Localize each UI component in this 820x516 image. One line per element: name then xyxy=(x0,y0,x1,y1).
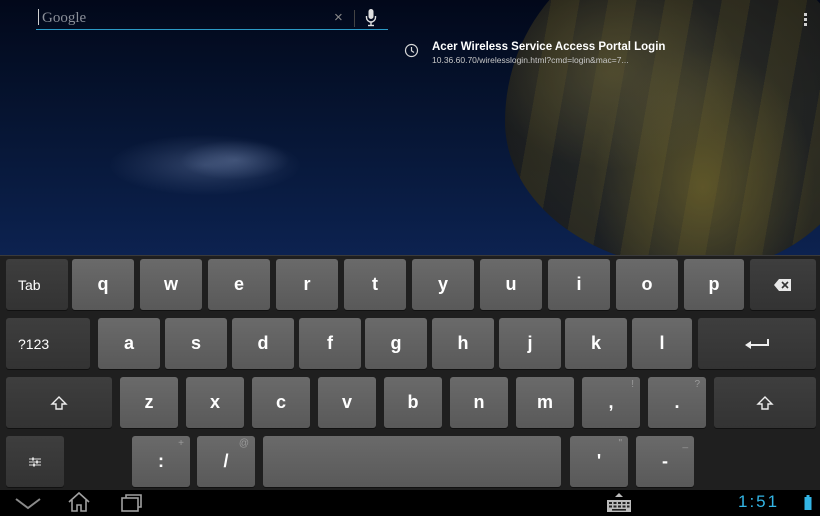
back-down-chevron-icon[interactable] xyxy=(12,493,44,513)
battery-icon[interactable] xyxy=(804,495,812,510)
colon-label: : xyxy=(158,451,164,471)
wallpaper-cloud xyxy=(180,140,290,180)
key-m[interactable]: m xyxy=(516,377,574,428)
key-u[interactable]: u xyxy=(480,259,542,310)
comma-label: , xyxy=(608,392,614,412)
keyboard-switch-icon[interactable] xyxy=(604,492,634,514)
divider xyxy=(354,10,355,27)
home-icon[interactable] xyxy=(66,491,92,513)
shift-icon xyxy=(50,395,68,410)
suggestion-url: 10.36.60.70/wirelesslogin.html?cmd=login… xyxy=(432,55,629,65)
shift-key-right[interactable] xyxy=(714,377,816,428)
key-slash[interactable]: / @ xyxy=(197,436,255,487)
colon-hint: + xyxy=(178,438,184,449)
key-n[interactable]: n xyxy=(450,377,508,428)
recent-apps-icon[interactable] xyxy=(120,493,144,513)
overflow-menu-icon[interactable] xyxy=(798,13,812,33)
key-e[interactable]: e xyxy=(208,259,270,310)
key-g[interactable]: g xyxy=(365,318,427,369)
key-q[interactable]: q xyxy=(72,259,134,310)
key-o[interactable]: o xyxy=(616,259,678,310)
key-t[interactable]: t xyxy=(344,259,406,310)
key-l[interactable]: l xyxy=(632,318,692,369)
keyboard-settings-icon xyxy=(29,457,41,466)
symbols-key[interactable]: ?123 xyxy=(6,318,90,369)
wallpaper-hot-air-balloon xyxy=(505,0,820,255)
key-d[interactable]: d xyxy=(232,318,294,369)
search-bar[interactable]: × xyxy=(36,6,388,30)
apostrophe-hint: " xyxy=(618,438,622,449)
key-period[interactable]: . ? xyxy=(648,377,706,428)
slash-hint: @ xyxy=(238,438,249,449)
key-h[interactable]: h xyxy=(432,318,494,369)
shift-key-left[interactable] xyxy=(6,377,112,428)
backspace-icon xyxy=(774,278,791,291)
period-hint: ? xyxy=(694,379,700,390)
slash-label: / xyxy=(223,451,229,471)
enter-arrow-icon xyxy=(745,338,769,349)
key-w[interactable]: w xyxy=(140,259,202,310)
suggestion-title: Acer Wireless Service Access Portal Logi… xyxy=(432,41,666,53)
key-k[interactable]: k xyxy=(565,318,627,369)
apostrophe-label: ' xyxy=(596,451,602,471)
comma-hint: ! xyxy=(631,379,634,390)
key-dash[interactable]: - _ xyxy=(636,436,694,487)
enter-key[interactable] xyxy=(698,318,816,369)
soft-keyboard: Tab q w e r t y u i o p ?123 a s d f g h… xyxy=(0,255,820,490)
system-navigation-bar: 1:51 xyxy=(0,490,820,516)
key-p[interactable]: p xyxy=(684,259,744,310)
key-v[interactable]: v xyxy=(318,377,376,428)
search-input[interactable] xyxy=(42,8,332,28)
key-c[interactable]: c xyxy=(252,377,310,428)
key-a[interactable]: a xyxy=(98,318,160,369)
key-s[interactable]: s xyxy=(165,318,227,369)
key-apostrophe[interactable]: ' " xyxy=(570,436,628,487)
key-y[interactable]: y xyxy=(412,259,474,310)
microphone-icon[interactable] xyxy=(364,8,378,28)
key-z[interactable]: z xyxy=(120,377,178,428)
backspace-key[interactable] xyxy=(750,259,816,310)
dash-label: - xyxy=(662,451,668,471)
key-colon[interactable]: : + xyxy=(132,436,190,487)
key-f[interactable]: f xyxy=(299,318,361,369)
period-label: . xyxy=(674,392,680,412)
text-cursor xyxy=(38,9,39,25)
shift-icon xyxy=(756,395,774,410)
tab-key[interactable]: Tab xyxy=(6,259,68,310)
dash-hint: _ xyxy=(682,438,688,449)
clear-icon[interactable]: × xyxy=(334,9,343,26)
key-x[interactable]: x xyxy=(186,377,244,428)
key-b[interactable]: b xyxy=(384,377,442,428)
keyboard-settings-key[interactable] xyxy=(6,436,64,487)
key-r[interactable]: r xyxy=(276,259,338,310)
wallpaper xyxy=(0,0,820,255)
history-clock-icon xyxy=(404,43,419,58)
space-key[interactable] xyxy=(263,436,561,487)
search-suggestion[interactable]: Acer Wireless Service Access Portal Logi… xyxy=(404,40,684,68)
key-i[interactable]: i xyxy=(548,259,610,310)
key-comma[interactable]: , ! xyxy=(582,377,640,428)
status-clock[interactable]: 1:51 xyxy=(738,492,779,512)
key-j[interactable]: j xyxy=(499,318,561,369)
